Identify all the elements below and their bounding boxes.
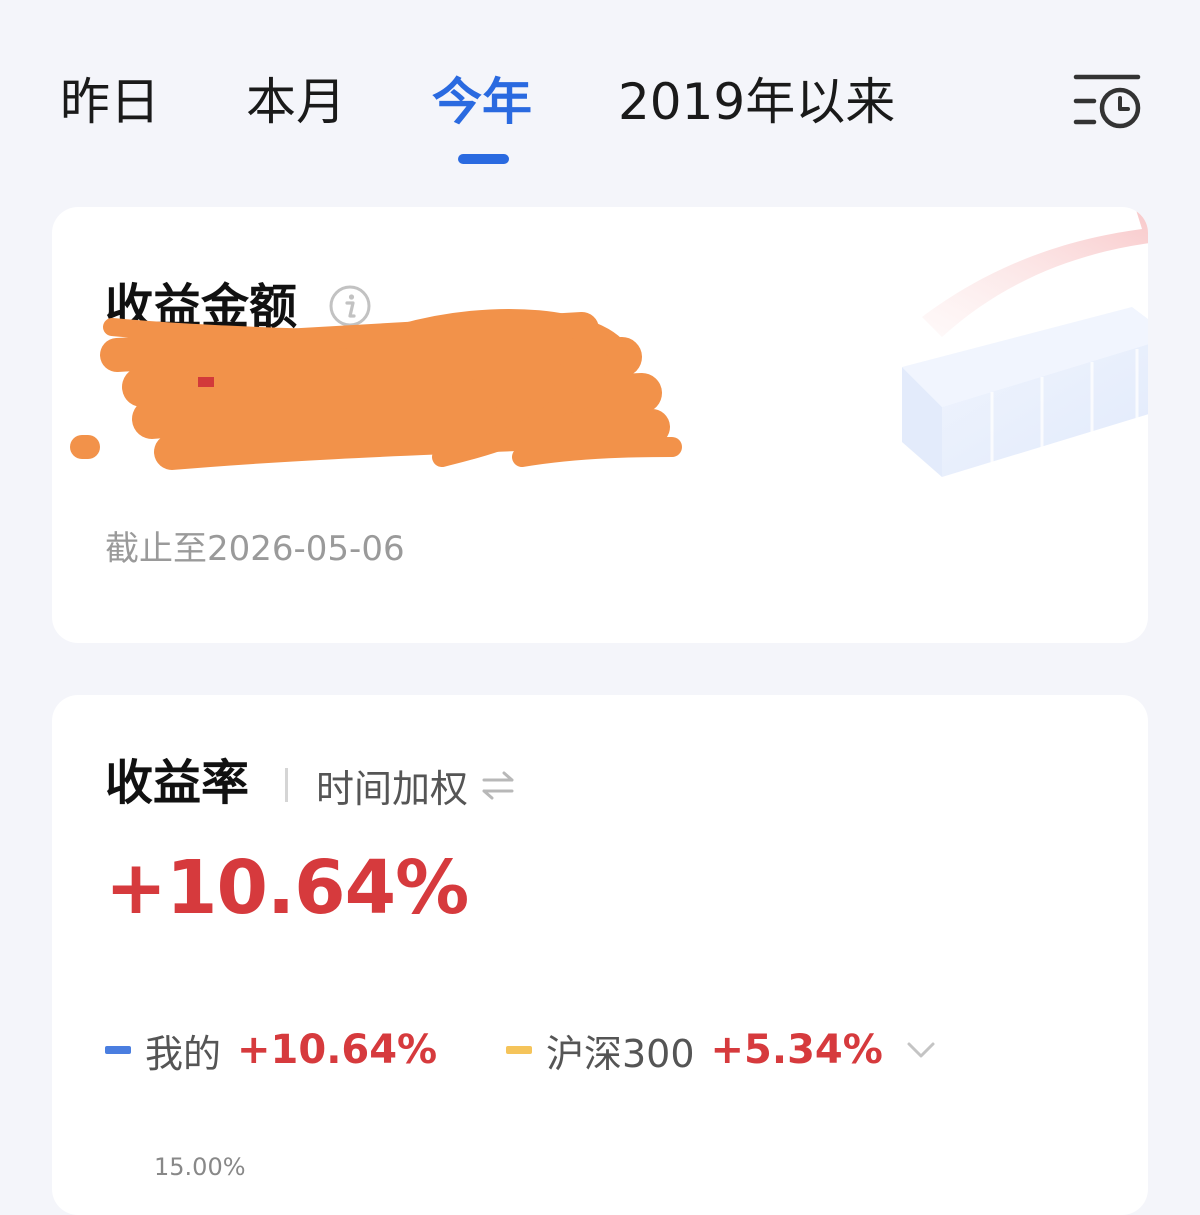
legend-value-mine: +10.64% [237,1027,438,1073]
period-tabs: 昨日 本月 今年 2019年以来 [0,0,1200,180]
chevron-down-icon [907,1042,935,1058]
legend-mine: 我的 +10.64% [105,1025,438,1076]
list-clock-icon [1073,74,1141,129]
legend-benchmark-selector[interactable]: 沪深300 +5.34% [506,1025,937,1076]
growth-chart-graphic [902,207,1148,477]
return-rate-value: +10.64% [105,845,469,931]
legend-swatch-benchmark [506,1046,532,1054]
swap-icon [482,771,514,800]
legend-value-benchmark: +5.34% [710,1027,883,1073]
legend-swatch-mine [105,1046,131,1054]
chart-axis-top-label: 15.00% [154,1153,246,1181]
tab-yesterday[interactable]: 昨日 [60,72,160,132]
rate-method-toggle[interactable]: 时间加权 [316,761,518,811]
legend-label-benchmark: 沪深300 [546,1031,695,1076]
return-rate-card: 收益率 时间加权 +10.64% 我的 +10.64% 沪深300 +5.34%… [52,695,1148,1215]
tab-since-2019[interactable]: 2019年以来 [618,72,895,132]
rate-method-label: 时间加权 [316,766,469,811]
return-rate-title: 收益率 [105,755,250,811]
redacted-amount-scribble [70,308,682,470]
legend-label-mine: 我的 [145,1031,222,1076]
tab-this-month[interactable]: 本月 [246,72,346,132]
tab-this-year[interactable]: 今年 [432,72,532,132]
title-divider [285,768,288,802]
as-of-date: 截止至2026-05-06 [105,529,405,569]
history-button[interactable] [1072,70,1144,132]
profit-amount-card: 收益金额 截止至2026-05-06 [52,207,1148,643]
active-tab-indicator [458,154,509,164]
